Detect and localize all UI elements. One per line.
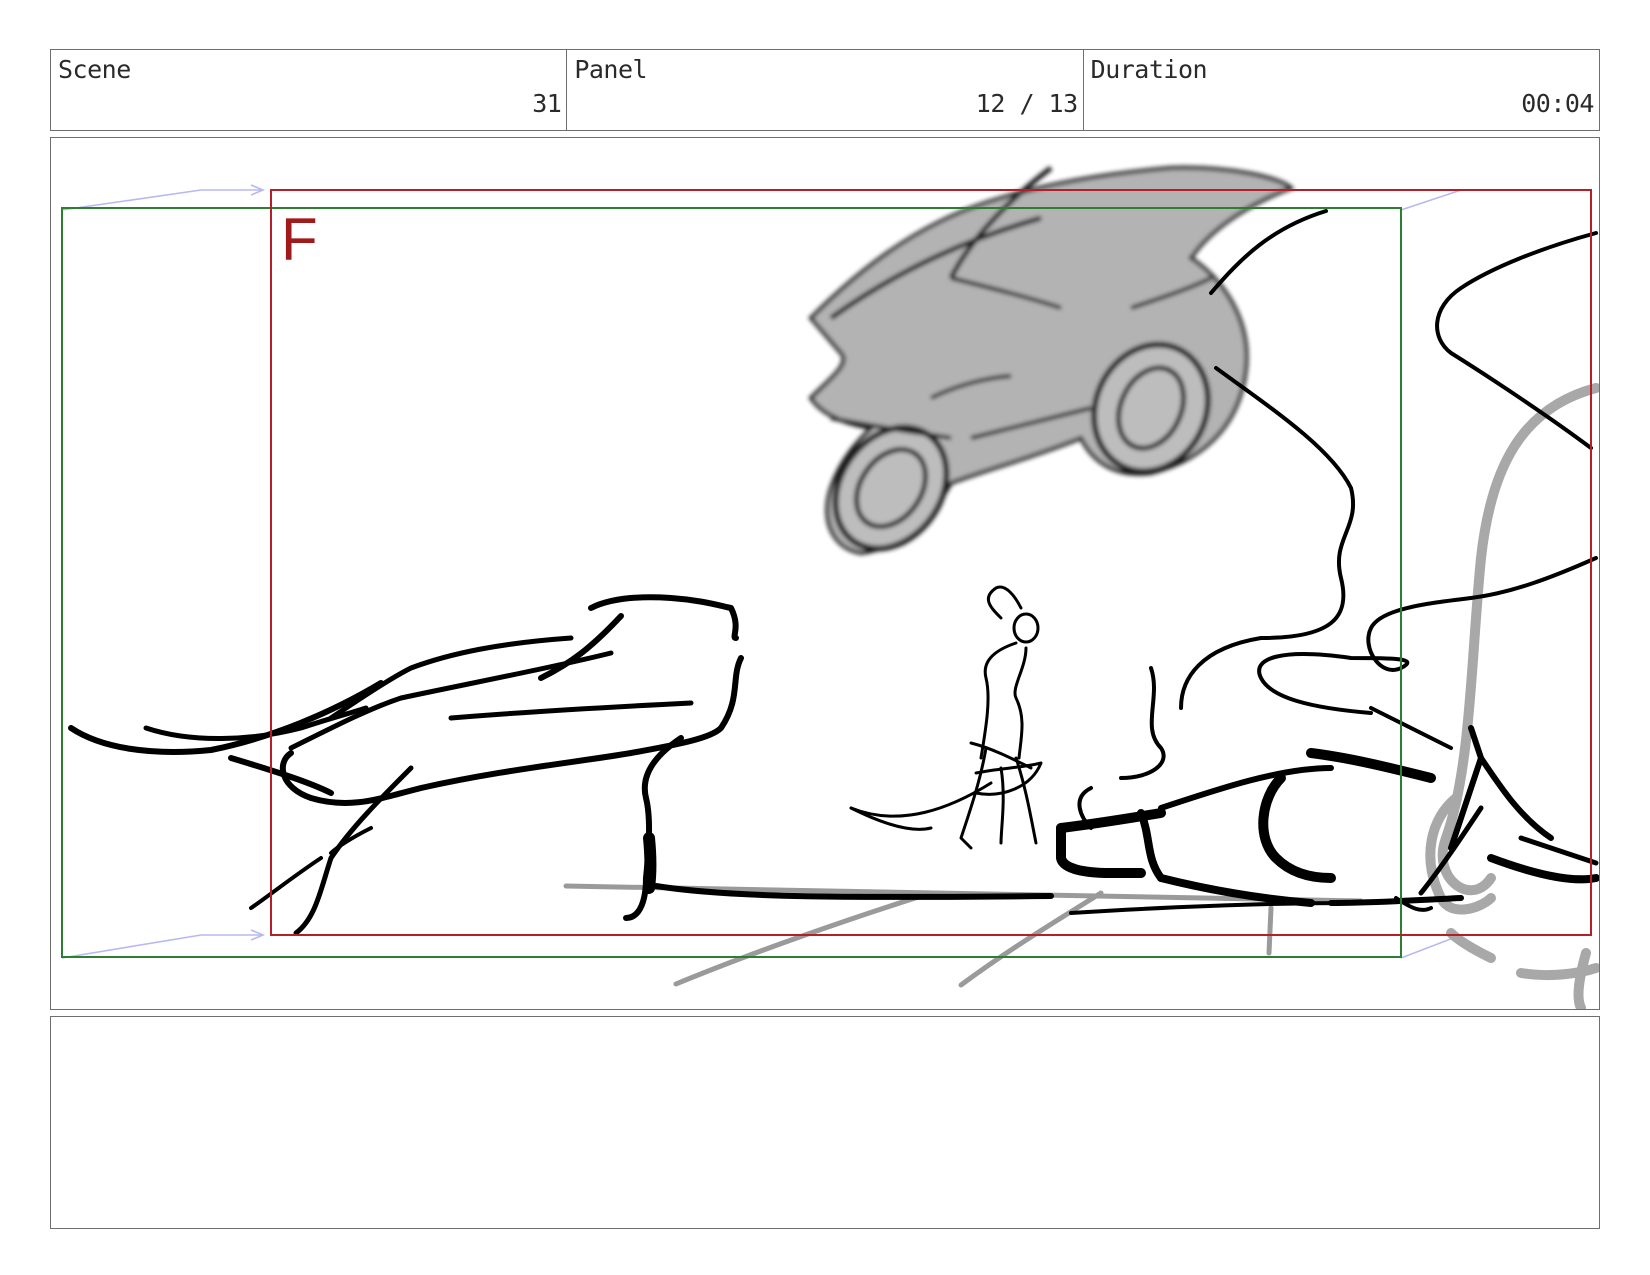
background-tentacle <box>1425 383 1599 1009</box>
standing-figure <box>849 585 1043 850</box>
duration-cell: Duration 00:04 <box>1084 50 1599 130</box>
panel-info-header: Scene 31 Panel 12 / 13 Duration 00:04 <box>50 49 1600 131</box>
duration-label: Duration <box>1090 55 1208 84</box>
scene-cell: Scene 31 <box>51 50 568 130</box>
scene-number: 31 <box>532 89 562 118</box>
panel-number: 12 / 13 <box>975 89 1078 118</box>
scene-label: Scene <box>58 55 131 84</box>
duration-value: 00:04 <box>1521 89 1594 118</box>
wolf-creature <box>68 594 744 936</box>
storyboard-frame: F <box>50 137 1600 1010</box>
fallen-figure <box>1056 725 1599 915</box>
field-frame-label: F <box>281 206 318 273</box>
panel-label: Panel <box>574 55 648 84</box>
action-notes-box[interactable] <box>50 1016 1600 1229</box>
panel-cell: Panel 12 / 13 <box>567 50 1084 130</box>
